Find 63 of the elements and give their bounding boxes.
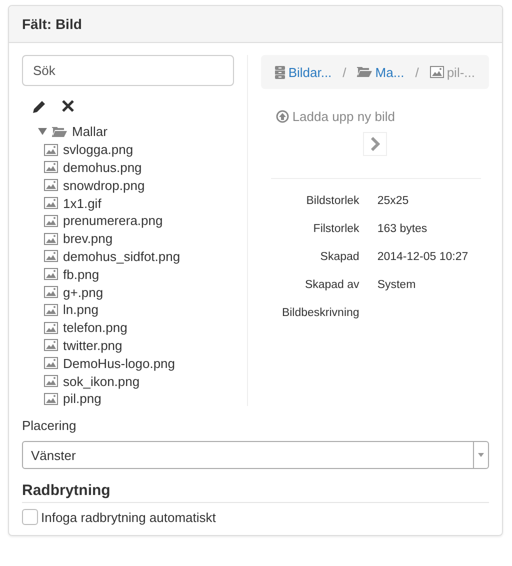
file-item[interactable]: pil.png [63, 391, 102, 406]
file-item[interactable]: demohus.png [63, 160, 142, 175]
folder-icon [357, 66, 372, 78]
breadcrumb-separator: / [342, 64, 348, 80]
image-icon [44, 286, 58, 298]
image-icon [44, 250, 58, 262]
detail-value: System [377, 279, 417, 291]
folder-icon [52, 126, 67, 138]
file-item[interactable]: telefon.png [63, 320, 128, 336]
file-item[interactable]: ln.png [63, 302, 98, 318]
file-item[interactable]: brev.png [63, 231, 113, 246]
detail-label: Skapad av [304, 279, 360, 291]
section-heading: Radbrytning [22, 482, 489, 503]
breadcrumb-link[interactable]: Bildar... [288, 64, 332, 80]
image-icon [44, 197, 58, 210]
detail-value: 2014-12-05 10:27 [377, 251, 470, 263]
detail-label: Bildbeskrivning [280, 307, 360, 319]
image-icon [44, 339, 58, 352]
upload-link[interactable]: Ladda upp ny bild [292, 109, 395, 124]
field-label: Placering [22, 418, 78, 433]
file-item[interactable]: prenumerera.png [63, 213, 163, 228]
checkbox[interactable] [22, 509, 38, 525]
image-icon [44, 392, 58, 405]
file-item[interactable]: g+.png [63, 284, 104, 300]
breadcrumb-current: pil-... [446, 64, 475, 80]
detail-value: 25x25 [377, 195, 410, 207]
dropdown-arrow-icon [478, 453, 484, 457]
breadcrumb-link[interactable]: Ma... [375, 64, 404, 80]
upload-icon [276, 110, 290, 123]
detail-label: Filstorlek [312, 223, 360, 235]
archive-icon [275, 66, 286, 78]
image-icon [44, 161, 58, 174]
caret-icon[interactable] [38, 128, 47, 136]
image-icon [44, 179, 58, 192]
detail-label: Bildstorlek [305, 195, 360, 207]
checkbox-label: Infoga radbrytning automatiskt [41, 510, 216, 524]
file-item[interactable]: DemoHus-logo.png [63, 356, 176, 371]
file-item[interactable]: svlogga.png [63, 142, 134, 158]
image-icon [44, 357, 58, 370]
image-icon [44, 375, 58, 388]
placement-select[interactable]: Vänster [22, 441, 489, 469]
breadcrumb-separator: / [414, 64, 420, 80]
image-icon [44, 304, 58, 316]
image-icon [44, 322, 58, 334]
close-icon [62, 100, 74, 112]
file-item[interactable]: sok_ikon.png [63, 374, 140, 389]
image-icon [430, 66, 444, 78]
search-field[interactable]: Sök [22, 55, 234, 86]
pencil-icon [32, 100, 46, 114]
image-icon [44, 214, 58, 227]
image-icon [44, 232, 58, 245]
image-icon [44, 144, 58, 156]
file-item[interactable]: fb.png [63, 266, 100, 282]
panel-title: Fält: Bild [9, 6, 502, 43]
file-item[interactable]: demohus_sidfot.png [63, 248, 180, 264]
chevron-icon [370, 137, 380, 151]
detail-label: Skapad [319, 251, 360, 263]
folder-item[interactable]: Mallar [72, 124, 108, 140]
file-item[interactable]: twitter.png [63, 338, 122, 353]
file-item[interactable]: snowdrop.png [63, 178, 145, 193]
file-item[interactable]: 1x1.gif [63, 196, 102, 211]
detail-value: 163 bytes [377, 223, 428, 235]
image-icon [44, 268, 58, 280]
